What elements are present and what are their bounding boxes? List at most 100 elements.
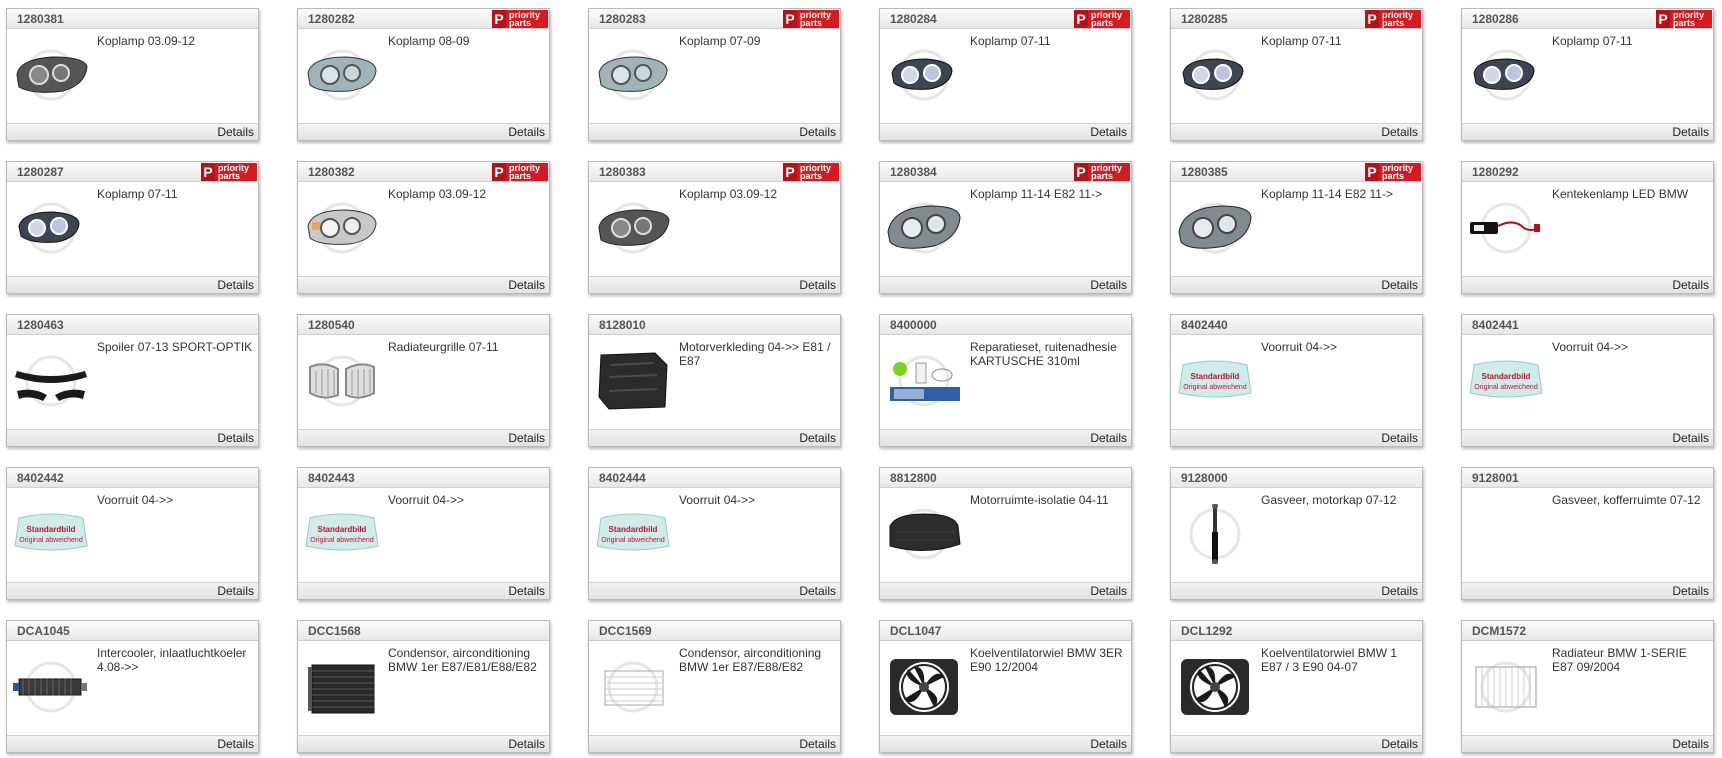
product-card-DCA1045[interactable]: DCA1045 Intercooler, inlaatluchtkoeler 4… <box>6 620 259 753</box>
engine-cover-icon[interactable] <box>595 351 671 411</box>
product-card-1280284[interactable]: 1280284 Ppriority parts Koplamp 07-11 Det… <box>879 8 1132 141</box>
product-card-1280540[interactable]: 1280540 Radiateurgrille 07-11 Details <box>297 314 550 447</box>
product-card-DCL1047[interactable]: DCL1047 Koelventilatorwiel BMW 3ER E90 1… <box>879 620 1132 753</box>
product-card-8402444[interactable]: 8402444 Standardbild Original abweichend … <box>588 467 841 600</box>
details-link[interactable]: Details <box>799 278 836 292</box>
details-link[interactable]: Details <box>1672 737 1709 751</box>
article-number[interactable]: 1280384 <box>890 165 937 179</box>
product-card-1280385[interactable]: 1280385 Ppriority parts Koplamp 11-14 E82… <box>1170 161 1423 294</box>
product-card-8402443[interactable]: 8402443 Standardbild Original abweichend … <box>297 467 550 600</box>
windshield-icon[interactable]: Standardbild Original abweichend <box>1177 351 1253 411</box>
details-link[interactable]: Details <box>1381 278 1418 292</box>
product-card-1280384[interactable]: 1280384 Ppriority parts Koplamp 11-14 E82… <box>879 161 1132 294</box>
details-link[interactable]: Details <box>799 737 836 751</box>
article-number[interactable]: 8128010 <box>599 318 646 332</box>
spoiler-icon[interactable] <box>13 351 89 411</box>
product-card-8400000[interactable]: 8400000 Reparatieset, ruitenadhesie KART… <box>879 314 1132 447</box>
intercooler-icon[interactable] <box>13 657 89 717</box>
fan-icon[interactable] <box>886 657 962 717</box>
article-number[interactable]: DCA1045 <box>17 624 70 638</box>
windshield-icon[interactable]: Standardbild Original abweichend <box>1468 351 1544 411</box>
product-card-8128010[interactable]: 8128010 Motorverkleding 04->> E81 / E87 … <box>588 314 841 447</box>
details-link[interactable]: Details <box>508 125 545 139</box>
details-link[interactable]: Details <box>1381 125 1418 139</box>
product-card-9128001[interactable]: 9128001 Gasveer, kofferruimte 07-12 Deta… <box>1461 467 1714 600</box>
details-link[interactable]: Details <box>1381 737 1418 751</box>
details-link[interactable]: Details <box>508 737 545 751</box>
license-lamp-icon[interactable] <box>1468 198 1544 258</box>
product-card-8402441[interactable]: 8402441 Standardbild Original abweichend … <box>1461 314 1714 447</box>
details-link[interactable]: Details <box>1090 431 1127 445</box>
product-card-1280283[interactable]: 1280283 Ppriority parts Koplamp 07-09 Det… <box>588 8 841 141</box>
article-number[interactable]: 1280286 <box>1472 12 1519 26</box>
details-link[interactable]: Details <box>217 737 254 751</box>
details-link[interactable]: Details <box>217 584 254 598</box>
article-number[interactable]: 1280381 <box>17 12 64 26</box>
article-number[interactable]: DCM1572 <box>1472 624 1526 638</box>
details-link[interactable]: Details <box>799 431 836 445</box>
details-link[interactable]: Details <box>1381 431 1418 445</box>
details-link[interactable]: Details <box>1090 584 1127 598</box>
article-number[interactable]: 1280283 <box>599 12 646 26</box>
empty-product-image[interactable] <box>1468 504 1544 564</box>
article-number[interactable]: 1280287 <box>17 165 64 179</box>
product-card-8402440[interactable]: 8402440 Standardbild Original abweichend … <box>1170 314 1423 447</box>
product-card-9128000[interactable]: 9128000 Gasveer, motorkap 07-12 Details <box>1170 467 1423 600</box>
article-number[interactable]: 1280382 <box>308 165 355 179</box>
details-link[interactable]: Details <box>217 278 254 292</box>
repair-kit-icon[interactable] <box>886 351 962 411</box>
details-link[interactable]: Details <box>508 278 545 292</box>
windshield-icon[interactable]: Standardbild Original abweichend <box>13 504 89 564</box>
product-card-DCM1572[interactable]: DCM1572 Radiateur BMW 1-SERIE E87 09/200… <box>1461 620 1714 753</box>
article-number[interactable]: 8402440 <box>1181 318 1228 332</box>
product-card-1280285[interactable]: 1280285 Ppriority parts Koplamp 07-11 Det… <box>1170 8 1423 141</box>
product-card-1280292[interactable]: 1280292 Kentekenlamp LED BMW Details <box>1461 161 1714 294</box>
article-number[interactable]: 1280463 <box>17 318 64 332</box>
details-link[interactable]: Details <box>799 125 836 139</box>
article-number[interactable]: DCL1047 <box>890 624 941 638</box>
headlamp-clear-icon[interactable] <box>595 45 671 105</box>
article-number[interactable]: 9128000 <box>1181 471 1228 485</box>
details-link[interactable]: Details <box>1672 584 1709 598</box>
article-number[interactable]: 9128001 <box>1472 471 1519 485</box>
details-link[interactable]: Details <box>1672 431 1709 445</box>
details-link[interactable]: Details <box>508 431 545 445</box>
details-link[interactable]: Details <box>1090 278 1127 292</box>
headlamp-dark-icon[interactable] <box>13 45 89 105</box>
condenser-icon[interactable] <box>304 657 380 717</box>
article-number[interactable]: 8402441 <box>1472 318 1519 332</box>
article-number[interactable]: 1280383 <box>599 165 646 179</box>
product-card-1280286[interactable]: 1280286 Ppriority parts Koplamp 07-11 Det… <box>1461 8 1714 141</box>
headlamp-amber-icon[interactable] <box>304 198 380 258</box>
article-number[interactable]: DCC1569 <box>599 624 652 638</box>
headlamp-xenon-icon[interactable] <box>1177 198 1253 258</box>
details-link[interactable]: Details <box>508 584 545 598</box>
details-link[interactable]: Details <box>217 125 254 139</box>
grille-icon[interactable] <box>304 351 380 411</box>
details-link[interactable]: Details <box>1672 278 1709 292</box>
headlamp-dark-icon[interactable] <box>595 198 671 258</box>
article-number[interactable]: 8400000 <box>890 318 937 332</box>
gas-spring-icon[interactable] <box>1177 503 1253 565</box>
product-card-1280287[interactable]: 1280287 Ppriority parts Koplamp 07-11 Det… <box>6 161 259 294</box>
product-card-8812800[interactable]: 8812800 Motorruimte-isolatie 04-11 Detai… <box>879 467 1132 600</box>
article-number[interactable]: 1280385 <box>1181 165 1228 179</box>
headlamp-projector-icon[interactable] <box>886 45 962 105</box>
windshield-icon[interactable]: Standardbild Original abweichend <box>304 504 380 564</box>
headlamp-clear-icon[interactable] <box>304 45 380 105</box>
product-card-DCL1292[interactable]: DCL1292 Koelventilatorwiel BMW 1 E87 / 3… <box>1170 620 1423 753</box>
details-link[interactable]: Details <box>1090 125 1127 139</box>
article-number[interactable]: 1280292 <box>1472 165 1519 179</box>
product-card-1280381[interactable]: 1280381 Koplamp 03.09-12 Details <box>6 8 259 141</box>
article-number[interactable]: 8812800 <box>890 471 937 485</box>
insulation-pad-icon[interactable] <box>886 504 962 564</box>
fan-icon[interactable] <box>1177 657 1253 717</box>
product-card-1280282[interactable]: 1280282 Ppriority parts Koplamp 08-09 Det… <box>297 8 550 141</box>
article-number[interactable]: 8402442 <box>17 471 64 485</box>
product-card-8402442[interactable]: 8402442 Standardbild Original abweichend … <box>6 467 259 600</box>
details-link[interactable]: Details <box>1381 584 1418 598</box>
headlamp-projector-icon[interactable] <box>13 198 89 258</box>
article-number[interactable]: 1280284 <box>890 12 937 26</box>
article-number[interactable]: 1280285 <box>1181 12 1228 26</box>
details-link[interactable]: Details <box>1090 737 1127 751</box>
